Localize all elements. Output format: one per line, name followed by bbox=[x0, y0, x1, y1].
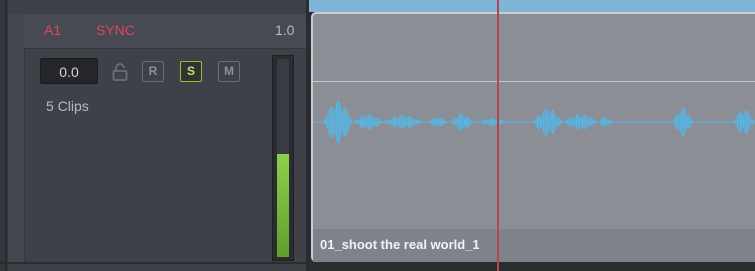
audio-meter-level bbox=[277, 154, 289, 257]
audio-track-view: A1 SYNC 1.0 0.0 R S M 5 Clips 01_shoot t… bbox=[0, 0, 755, 271]
clip-name: 01_shoot the real world_1 bbox=[320, 237, 480, 252]
clips-count: 5 Clips bbox=[46, 98, 89, 114]
track-divider bbox=[0, 262, 309, 264]
track-header: A1 SYNC 1.0 0.0 R S M 5 Clips bbox=[0, 0, 309, 271]
track-channel-label: 1.0 bbox=[275, 22, 295, 38]
timeline-bottom-bar bbox=[309, 262, 755, 271]
header-edge bbox=[0, 0, 8, 271]
solo-button[interactable]: S bbox=[180, 61, 202, 82]
track-name[interactable]: A1 bbox=[44, 22, 61, 38]
track-color-stripe bbox=[8, 14, 25, 264]
lock-icon[interactable] bbox=[111, 62, 129, 82]
audio-waveform bbox=[313, 100, 755, 144]
mute-button[interactable]: M bbox=[218, 61, 240, 82]
record-arm-button[interactable]: R bbox=[142, 61, 164, 82]
volume-field[interactable]: 0.0 bbox=[40, 58, 98, 84]
playhead[interactable] bbox=[497, 0, 499, 271]
timeline-ruler[interactable] bbox=[309, 0, 755, 12]
sync-label: SYNC bbox=[96, 22, 135, 38]
track-header-title-bar bbox=[24, 14, 309, 49]
